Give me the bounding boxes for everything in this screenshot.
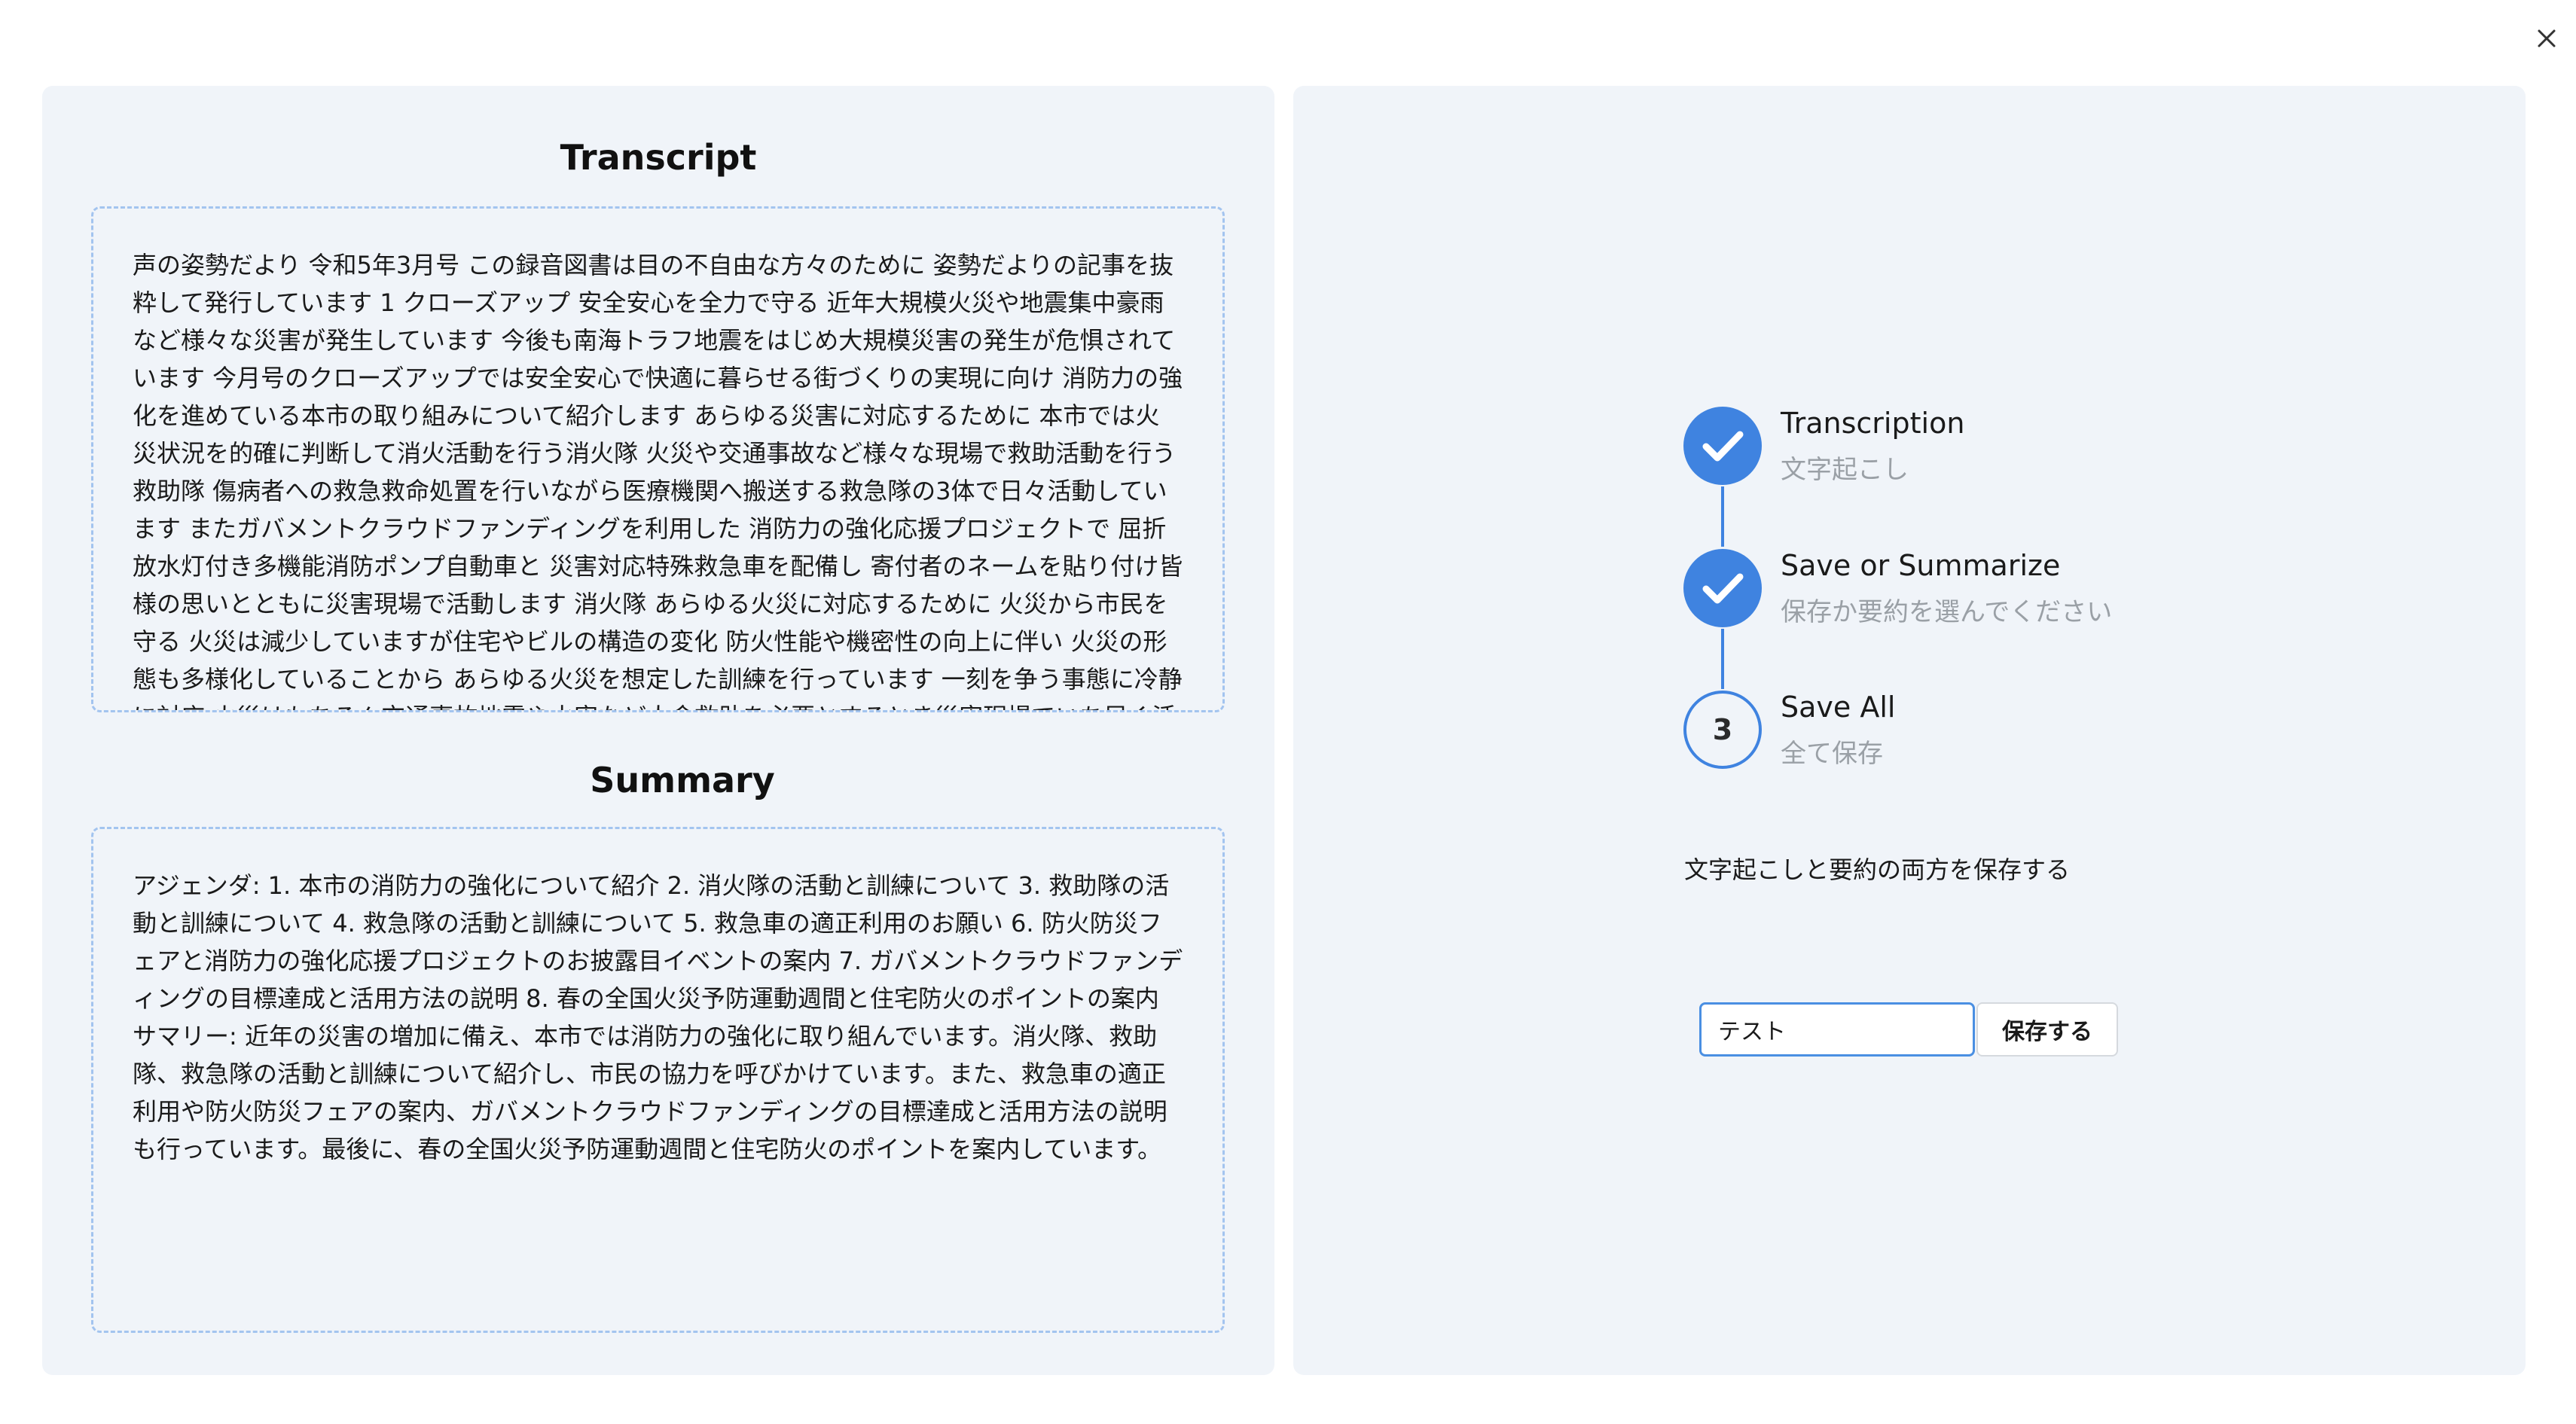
action-panel: Transcription 文字起こし Save or Summarize 保存… [1293, 86, 2526, 1375]
results-panel: Transcript 声の姿勢だより 令和5年3月号 この録音図書は目の不自由な… [42, 86, 1274, 1375]
save-name-input[interactable] [1699, 1002, 1975, 1057]
step-2-subtitle: 保存か要約を選んでください [1781, 597, 2113, 627]
summary-title: Summary [590, 760, 775, 800]
step-connector [1721, 486, 1724, 547]
close-icon [2538, 29, 2556, 47]
step-3-title: Save All [1781, 691, 1896, 724]
step-3-subtitle: 全て保存 [1781, 739, 1883, 769]
save-both-label: 文字起こしと要約の両方を保存する [1684, 855, 2071, 884]
step-1-title: Transcription [1781, 407, 1965, 440]
check-icon [1702, 573, 1744, 604]
transcript-title: Transcript [560, 137, 757, 178]
save-button[interactable]: 保存する [1976, 1002, 2118, 1057]
step-3-number: 3 [1683, 691, 1762, 769]
transcript-text: 声の姿勢だより 令和5年3月号 この録音図書は目の不自由な方々のために 姿勢だよ… [133, 251, 1183, 710]
check-icon [1702, 431, 1744, 462]
step-2-title: Save or Summarize [1781, 549, 2061, 582]
transcript-box[interactable]: 声の姿勢だより 令和5年3月号 この録音図書は目の不自由な方々のために 姿勢だよ… [91, 206, 1225, 712]
step-1-subtitle: 文字起こし [1781, 455, 1909, 485]
step-1-indicator [1683, 407, 1762, 485]
step-2-indicator [1683, 549, 1762, 627]
step-connector [1721, 629, 1724, 689]
summary-text: アジェンダ: 1. 本市の消防力の強化について紹介 2. 消火隊の活動と訓練につ… [133, 871, 1183, 1163]
close-button[interactable] [2532, 23, 2562, 53]
summary-box[interactable]: アジェンダ: 1. 本市の消防力の強化について紹介 2. 消火隊の活動と訓練につ… [91, 827, 1225, 1333]
